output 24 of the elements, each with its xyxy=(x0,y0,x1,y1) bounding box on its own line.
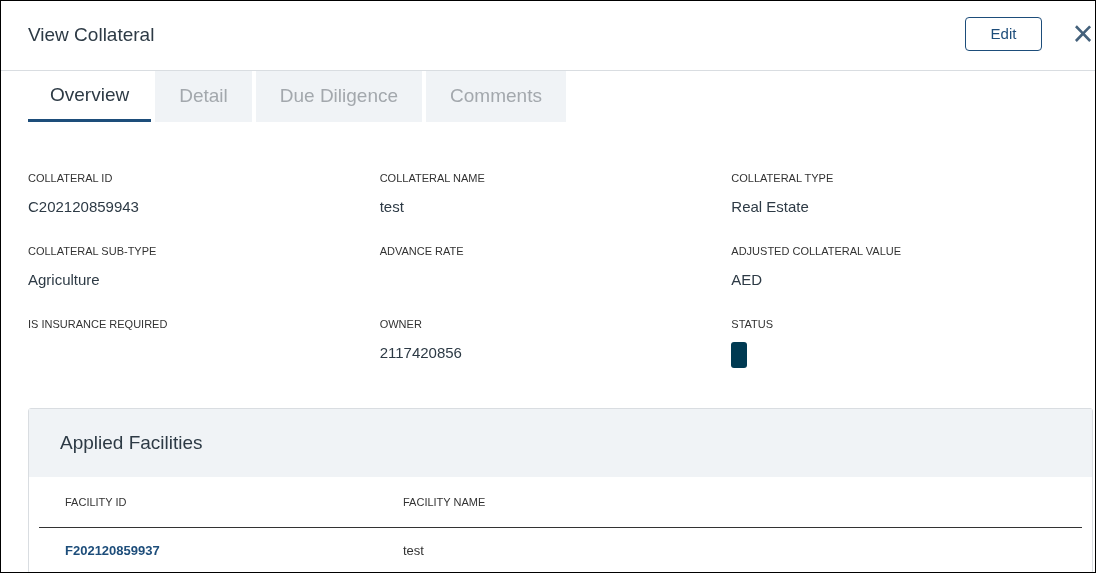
column-header: FACILITY ID xyxy=(65,495,127,508)
edit-button[interactable]: Edit xyxy=(965,17,1042,51)
field-label: COLLATERAL NAME xyxy=(379,171,486,186)
field-value: C202120859943 xyxy=(28,197,140,217)
field-label: COLLATERAL ID xyxy=(28,171,114,186)
table-cell: test xyxy=(403,543,424,559)
field-label: COLLATERAL TYPE xyxy=(731,171,835,186)
dialog-title: View Collateral xyxy=(28,23,155,48)
facility-link[interactable]: F202120859937 xyxy=(65,543,160,559)
field-value: Agriculture xyxy=(28,270,101,290)
column-header: FACILITY NAME xyxy=(403,495,486,508)
field-label: IS INSURANCE REQUIRED xyxy=(28,317,169,332)
field-value: Real Estate xyxy=(731,197,810,217)
field-value: test xyxy=(379,197,405,217)
field-label: ADJUSTED COLLATERAL VALUE xyxy=(731,244,903,259)
status-badge xyxy=(731,342,748,368)
field-value: 2117420856 xyxy=(379,343,463,363)
close-button[interactable]: × xyxy=(1069,18,1095,50)
field-label: STATUS xyxy=(731,317,775,332)
field-label: COLLATERAL SUB-TYPE xyxy=(28,244,158,259)
field-label: OWNER xyxy=(379,317,423,332)
field-label: ADVANCE RATE xyxy=(379,244,465,259)
card-title: Applied Facilities xyxy=(60,430,203,455)
field-value: AED xyxy=(731,270,764,290)
